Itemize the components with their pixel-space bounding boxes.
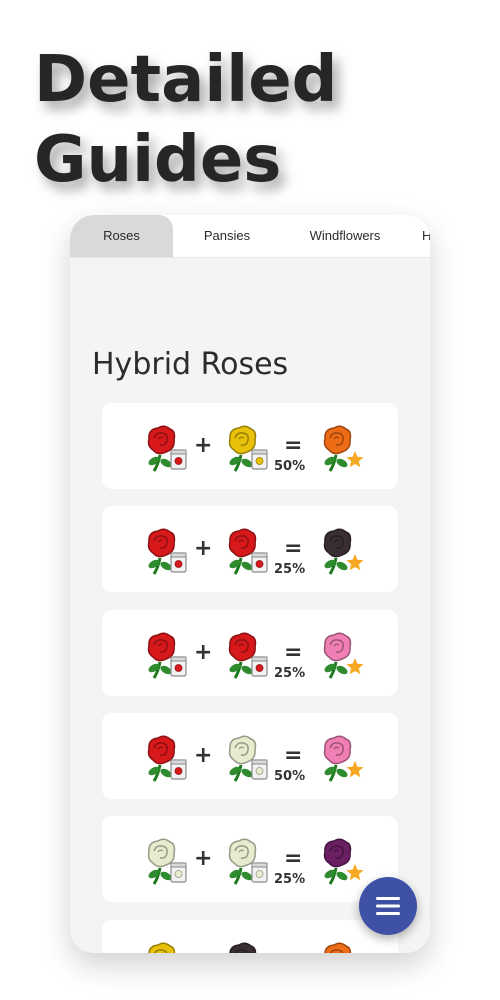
red-rose-icon (147, 528, 187, 576)
result-flower (320, 528, 370, 578)
equals-sign: = (284, 846, 303, 872)
plus-sign: + (194, 742, 213, 768)
red-rose-icon (147, 735, 187, 782)
recipe-card[interactable]: += (102, 919, 398, 954)
chance-label: 50% (274, 768, 306, 784)
plus-sign: + (194, 433, 213, 458)
chance-label: 25% (274, 665, 306, 681)
recipe-card[interactable]: + = 50% (102, 712, 398, 799)
menu-icon (376, 897, 400, 915)
recipe-card[interactable]: + = 50% (102, 403, 398, 489)
parent-a-flower (144, 838, 194, 888)
pink-rose-icon (323, 632, 364, 679)
white-rose-icon (228, 838, 268, 886)
yellow-rose-icon (228, 425, 268, 472)
result-flower (320, 942, 370, 953)
star-icon (346, 451, 364, 468)
red-rose-icon (147, 425, 187, 472)
parent-b-flower (225, 942, 275, 953)
parent-b-flower (225, 632, 275, 682)
yellow-rose-icon (148, 942, 176, 953)
parent-b-flower (225, 528, 275, 578)
plus-sign: + (194, 950, 212, 954)
result-flower (320, 735, 370, 785)
star-icon (346, 864, 364, 881)
recipe-card[interactable]: + = 25% (102, 506, 398, 593)
black-rose-icon (323, 528, 364, 576)
seed-bag-icon (251, 552, 268, 573)
menu-button[interactable] (359, 877, 417, 935)
seed-bag-icon (251, 655, 268, 677)
parent-a-flower (144, 632, 194, 682)
tab-bar: Roses Pansies Windflowers Hy (70, 215, 430, 258)
purple-rose-icon (323, 838, 364, 886)
result-flower (320, 425, 370, 475)
seed-bag-icon (170, 552, 187, 573)
orange-rose-icon (323, 425, 364, 472)
phone-screen: Roses Pansies Windflowers Hy Hybrid Rose… (70, 215, 430, 953)
seed-bag-icon (251, 759, 268, 780)
recipe-card[interactable]: + = 25% (102, 609, 398, 696)
seed-bag-icon (170, 862, 187, 883)
parent-b-flower (225, 838, 275, 888)
parent-b-flower (225, 735, 275, 785)
parent-a-flower (144, 942, 194, 953)
star-icon (346, 657, 364, 674)
tab-roses[interactable]: Roses (70, 215, 173, 257)
tab-windflowers[interactable]: Windflowers (292, 215, 398, 257)
tab-hyacinths[interactable]: Hy (410, 215, 430, 257)
seed-bag-icon (170, 449, 187, 470)
red-rose-icon (228, 528, 268, 576)
red-rose-icon (147, 632, 187, 679)
pink-rose-icon (323, 735, 364, 782)
orange-rose-icon (324, 942, 352, 953)
seed-bag-icon (170, 759, 187, 780)
parent-a-flower (144, 425, 194, 475)
seed-bag-icon (251, 862, 268, 883)
plus-sign: + (194, 536, 213, 562)
star-icon (346, 760, 364, 778)
plus-sign: + (194, 639, 213, 665)
chance-label: 25% (274, 872, 306, 888)
equals-sign: = (284, 950, 302, 954)
recipe-card[interactable]: + = 25% (102, 816, 398, 903)
tab-pansies[interactable]: Pansies (188, 215, 266, 257)
section-title: Hybrid Roses (92, 347, 289, 382)
red-rose-icon (228, 632, 268, 679)
headline: Detailed Guides (34, 40, 337, 200)
star-icon (346, 554, 364, 571)
result-flower (320, 838, 370, 888)
parent-a-flower (144, 528, 194, 578)
headline-line-1: Detailed (34, 43, 338, 117)
white-rose-icon (228, 735, 268, 782)
seed-bag-icon (251, 449, 268, 470)
equals-sign: = (284, 742, 303, 768)
equals-sign: = (284, 433, 303, 458)
seed-bag-icon (170, 655, 187, 677)
equals-sign: = (284, 639, 303, 665)
chance-label: 25% (274, 562, 306, 578)
black-rose-icon (229, 942, 257, 953)
equals-sign: = (284, 536, 303, 562)
headline-line-2: Guides (34, 123, 282, 197)
result-flower (320, 632, 370, 682)
white-rose-icon (147, 838, 187, 886)
plus-sign: + (194, 846, 213, 872)
chance-label: 50% (274, 459, 306, 474)
parent-a-flower (144, 735, 194, 785)
parent-b-flower (225, 425, 275, 475)
